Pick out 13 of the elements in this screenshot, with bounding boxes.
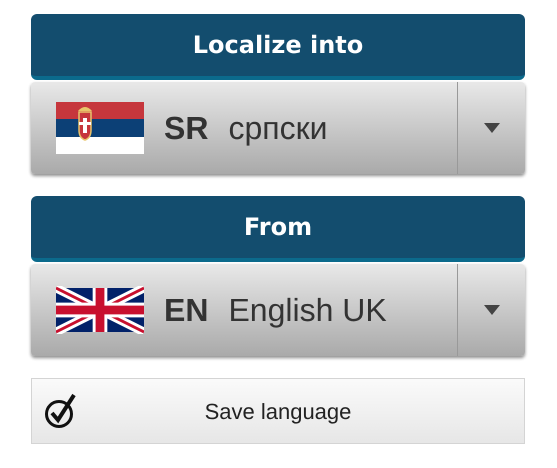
section-header: From (31, 196, 525, 262)
language-dropdown[interactable]: EN English UK (31, 264, 525, 356)
language-dropdown[interactable]: SR српски (31, 82, 525, 174)
caret-icon (484, 305, 500, 315)
flag-icon (56, 286, 144, 334)
language-code: SR (164, 109, 208, 148)
caret-icon (484, 123, 500, 133)
language-code: EN (164, 291, 208, 330)
flag-icon (56, 102, 144, 154)
language-name: English UK (228, 291, 387, 330)
section-header: Localize into (31, 14, 525, 80)
language-name: српски (228, 109, 328, 148)
save-language-button[interactable]: Save language (31, 378, 525, 444)
